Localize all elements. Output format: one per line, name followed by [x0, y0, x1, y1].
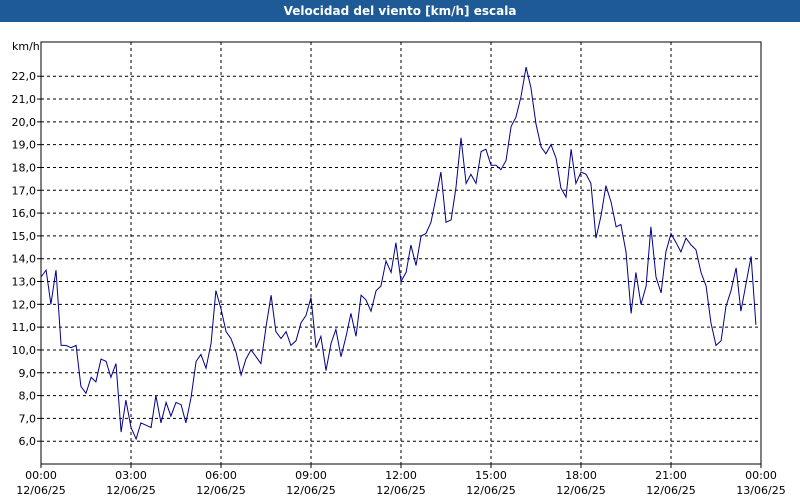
x-tick-time-label: 00:00 — [745, 469, 777, 482]
y-tick-label: 22,0 — [12, 70, 37, 83]
series-layer — [40, 66, 757, 441]
x-tick-date-label: 12/06/25 — [286, 484, 335, 497]
x-tick-time-label: 12:00 — [385, 469, 417, 482]
x-tick-time-label: 15:00 — [475, 469, 507, 482]
y-tick-label: 17,0 — [12, 184, 37, 197]
x-tick-time-label: 03:00 — [115, 469, 147, 482]
axis-layer: 6,0 7,0 8,0 9,0 10,0 11,0 12,0 13,0 14,0 15,0 16,0… — [12, 41, 786, 497]
y-tick-label: 6,0 — [19, 435, 37, 448]
x-tick-time-label: 21:00 — [655, 469, 687, 482]
x-tick-date-label: 13/06/25 — [736, 484, 785, 497]
x-tick-date-label: 12/06/25 — [646, 484, 695, 497]
y-tick-label: 16,0 — [12, 207, 37, 220]
x-tick-date-label: 12/06/25 — [556, 484, 605, 497]
y-tick-label: 13,0 — [12, 276, 37, 289]
y-tick-label: 14,0 — [12, 253, 37, 266]
wind-speed-line — [40, 66, 757, 441]
y-tick-label: 7,0 — [19, 412, 37, 425]
y-tick-label: 21,0 — [12, 93, 37, 106]
x-tick-date-label: 12/06/25 — [16, 484, 65, 497]
x-tick-time-label: 18:00 — [565, 469, 597, 482]
y-axis-unit-label: km/h — [12, 40, 40, 53]
y-tick-label: 15,0 — [12, 230, 37, 243]
x-tick-time-label: 09:00 — [295, 469, 327, 482]
y-tick-label: 18,0 — [12, 161, 37, 174]
x-tick-time-label: 06:00 — [205, 469, 237, 482]
y-tick-label: 19,0 — [12, 139, 37, 152]
wind-speed-chart: km/h 6,0 7,0 8,0 9,0 10,0 11,0 12,0 13,0 14,0 15,… — [12, 40, 786, 497]
x-tick-date-label: 12/06/25 — [466, 484, 515, 497]
x-tick-date-label: 12/06/25 — [106, 484, 155, 497]
y-tick-label: 8,0 — [19, 390, 37, 403]
x-tick-time-label: 00:00 — [25, 469, 57, 482]
y-tick-label: 20,0 — [12, 116, 37, 129]
y-tick-label: 12,0 — [12, 298, 37, 311]
x-tick-date-label: 12/06/25 — [196, 484, 245, 497]
grid-layer — [41, 42, 761, 464]
x-tick-date-label: 12/06/25 — [376, 484, 425, 497]
y-tick-label: 9,0 — [19, 367, 37, 380]
y-tick-label: 10,0 — [12, 344, 37, 357]
y-tick-label: 11,0 — [12, 321, 37, 334]
